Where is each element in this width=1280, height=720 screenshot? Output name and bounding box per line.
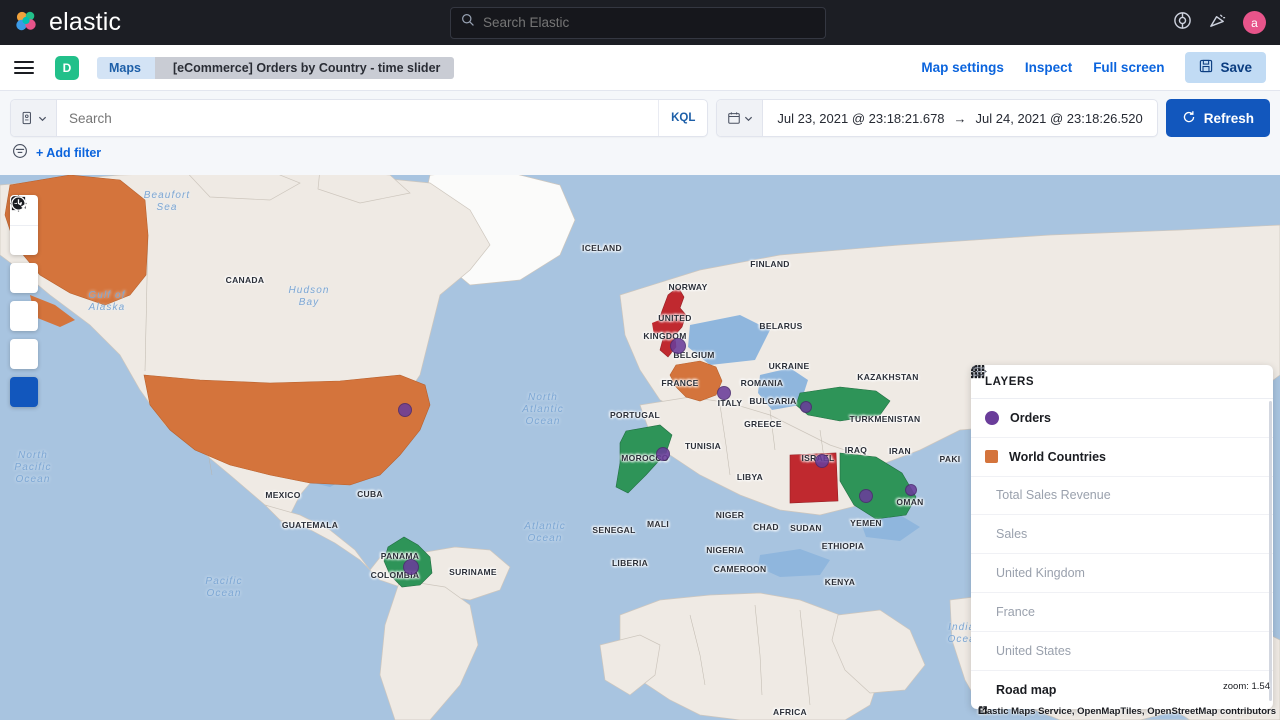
refresh-label: Refresh	[1203, 110, 1254, 126]
zoom-level-label: zoom: 1.54	[1223, 681, 1270, 692]
filter-bar: + Add filter	[0, 137, 1280, 169]
date-to[interactable]: Jul 24, 2021 @ 23:18:26.520	[976, 111, 1143, 126]
layer-symbol-circle-icon	[985, 410, 999, 425]
layer-row[interactable]: Sales	[971, 366, 1273, 555]
breadcrumb-current: [eCommerce] Orders by Country - time sli…	[154, 56, 455, 79]
map-data-point[interactable]	[717, 386, 731, 400]
refresh-button[interactable]: Refresh	[1165, 99, 1270, 137]
space-avatar[interactable]: D	[55, 55, 79, 80]
brand-name: elastic	[49, 8, 122, 36]
attribution-link[interactable]: OpenStreetMap contributors	[979, 706, 1276, 717]
date-range-display[interactable]: Jul 23, 2021 @ 23:18:21.678 → Jul 24, 20…	[763, 111, 1156, 126]
layer-name: Road map	[996, 682, 1057, 697]
measure-distance-icon[interactable]	[10, 196, 38, 331]
avatar[interactable]: a	[1243, 11, 1266, 34]
query-bar: KQL Jul 23, 2021 @ 23:18:21.678 → Jul 24…	[0, 91, 1280, 137]
filter-options-icon[interactable]	[12, 143, 28, 164]
map-canvas[interactable]: CANADA ICELAND FINLAND NORWAY UNITED KINGDOM B…	[0, 175, 1280, 720]
attribution-link[interactable]: Elastic Maps Service	[978, 706, 1072, 717]
layer-name: United States	[996, 643, 1072, 658]
layers-title: LAYERS	[985, 375, 1035, 388]
save-button[interactable]: Save	[1185, 52, 1266, 83]
map-data-point[interactable]	[905, 484, 917, 496]
map-settings-button[interactable]: Map settings	[921, 60, 1004, 75]
date-quick-select-button[interactable]	[717, 100, 764, 136]
search-icon	[461, 13, 475, 32]
layers-scrollbar[interactable]	[1269, 401, 1272, 701]
layer-list: Orders World Countries Total Sales Revenue…	[971, 365, 1273, 709]
layer-row[interactable]: United States	[971, 366, 1273, 671]
layer-name: Total Sales Revenue	[996, 488, 1111, 503]
layer-row[interactable]: Total Sales Revenue	[971, 366, 1273, 516]
app-actions: Map settings Inspect Full screen Save	[921, 52, 1266, 83]
news-icon[interactable]	[1208, 11, 1227, 35]
layer-name: World Countries	[1009, 449, 1106, 464]
map-data-point[interactable]	[670, 338, 686, 354]
date-picker: Jul 23, 2021 @ 23:18:21.678 → Jul 24, 20…	[716, 99, 1158, 137]
map-data-point[interactable]	[800, 401, 812, 413]
fit-to-data-icon[interactable]	[10, 195, 38, 293]
layer-name: Sales	[996, 527, 1028, 542]
layer-row[interactable]: United Kingdom	[971, 366, 1273, 593]
attribution-link[interactable]: OpenMapTiles	[979, 706, 1142, 717]
elastic-logo-icon	[14, 10, 40, 36]
layer-row[interactable]: World Countries	[971, 365, 1273, 477]
layer-name: United Kingdom	[996, 566, 1085, 581]
time-slider-toggle[interactable]	[10, 196, 38, 407]
draw-tools-group	[10, 196, 38, 369]
map-data-point[interactable]	[859, 489, 873, 503]
search-query-input[interactable]	[57, 110, 659, 126]
breadcrumb: Maps [eCommerce] Orders by Country - tim…	[97, 56, 455, 79]
topbar-actions: a	[1173, 11, 1266, 35]
map-data-point[interactable]	[403, 559, 419, 575]
measure-distance-group	[10, 196, 38, 331]
date-from[interactable]: Jul 23, 2021 @ 23:18:21.678	[777, 111, 944, 126]
map-data-point[interactable]	[815, 454, 829, 468]
map-toolbar	[10, 195, 38, 407]
layer-name: Orders	[1010, 410, 1051, 425]
zoom-out-icon[interactable]	[10, 196, 38, 255]
save-disk-icon	[1199, 59, 1213, 76]
layer-symbol-square-icon	[985, 450, 998, 464]
full-screen-button[interactable]: Full screen	[1093, 60, 1164, 75]
save-label: Save	[1220, 60, 1252, 75]
global-topbar: elastic a	[0, 0, 1280, 45]
add-filter-button[interactable]: + Add filter	[36, 146, 101, 160]
layers-panel-header: LAYERS	[971, 365, 1273, 399]
fit-to-data-group	[10, 195, 38, 293]
time-slider-icon[interactable]	[10, 196, 38, 407]
help-icon[interactable]	[1173, 11, 1192, 35]
app-breadcrumb-bar: D Maps [eCommerce] Orders by Country - t…	[0, 45, 1280, 91]
search-input[interactable]	[483, 15, 815, 30]
breadcrumb-maps[interactable]: Maps	[97, 56, 165, 79]
saved-query-button[interactable]	[11, 100, 57, 136]
global-search[interactable]	[450, 6, 826, 39]
draw-tools-icon[interactable]	[10, 196, 38, 369]
layers-panel: LAYERS Orders World Countries Total Sales …	[971, 365, 1273, 710]
query-language-badge[interactable]: KQL	[658, 100, 707, 136]
map-data-point[interactable]	[398, 403, 412, 417]
layer-row[interactable]: France	[971, 366, 1273, 632]
map-data-point[interactable]	[656, 447, 670, 461]
layer-name: France	[996, 604, 1035, 619]
inspect-button[interactable]: Inspect	[1025, 60, 1072, 75]
refresh-icon	[1182, 110, 1196, 127]
layer-row[interactable]: Orders	[971, 365, 1273, 438]
date-arrow-icon: →	[953, 110, 967, 126]
map-attribution: Elastic Maps Service, OpenMapTiles, Open…	[977, 706, 1276, 717]
menu-toggle-icon[interactable]	[14, 61, 34, 74]
query-search-group: KQL	[10, 99, 709, 137]
elastic-brand[interactable]: elastic	[0, 8, 121, 37]
